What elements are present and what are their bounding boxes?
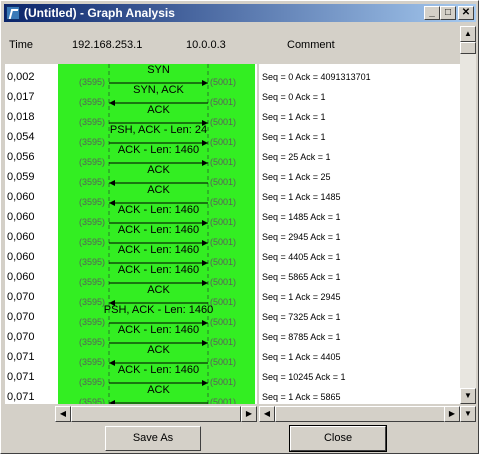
scroll-down-icon[interactable]: ▼ — [460, 406, 476, 422]
scroll-left-icon[interactable]: ◀ — [55, 406, 71, 422]
host-b-header: 10.0.0.3 — [186, 39, 226, 51]
time-cell: 0,059 — [7, 171, 35, 183]
packet-label: ACK - Len: 1460 — [117, 244, 200, 256]
packet-label: ACK — [147, 384, 170, 396]
comment-cell: Seq = 1 Ack = 2945 — [262, 292, 341, 302]
packet-label: SYN, ACK — [133, 84, 184, 96]
packet-label: PSH, ACK - Len: 24 — [109, 124, 208, 136]
comment-cell: Seq = 8785 Ack = 1 — [262, 332, 341, 342]
close-window-button[interactable]: ✕ — [458, 6, 474, 20]
time-cell: 0,054 — [7, 131, 35, 143]
comment-cell: Seq = 1 Ack = 1485 — [262, 192, 341, 202]
comment-cell: Seq = 4405 Ack = 1 — [262, 252, 341, 262]
packet-label: ACK - Len: 1460 — [117, 144, 200, 156]
time-cell: 0,071 — [7, 351, 35, 363]
comment-cell: Seq = 1 Ack = 1 — [262, 112, 326, 122]
packet-label: ACK — [147, 184, 170, 196]
close-button[interactable]: Close — [289, 425, 387, 452]
packet-label: ACK — [147, 164, 170, 176]
maximize-button[interactable]: □ — [440, 6, 456, 20]
comment-column: Seq = 0 Ack = 4091313701 Seq = 0 Ack = 1 S… — [259, 64, 460, 404]
comment-cell: Seq = 1 Ack = 1 — [262, 132, 326, 142]
time-cell: 0,017 — [7, 91, 35, 103]
time-cell: 0,071 — [7, 371, 35, 383]
comment-cell: Seq = 1 Ack = 25 — [262, 172, 331, 182]
time-cell: 0,070 — [7, 311, 35, 323]
comment-cell: Seq = 25 Ack = 1 — [262, 152, 331, 162]
scroll-right-icon[interactable]: ▶ — [444, 406, 460, 422]
comment-scroll-thumb[interactable] — [275, 406, 445, 422]
vertical-scrollbar[interactable]: ▲ ▼ — [460, 26, 476, 404]
scroll-up-icon[interactable]: ▲ — [460, 26, 476, 42]
time-cell: 0,056 — [7, 151, 35, 163]
packet-label: ACK — [147, 284, 170, 296]
time-cell: 0,060 — [7, 231, 35, 243]
graph-scroll-thumb[interactable] — [71, 406, 241, 422]
packet-label: ACK - Len: 1460 — [117, 324, 200, 336]
packet-label: ACK - Len: 1460 — [117, 364, 200, 376]
packet-label: ACK — [147, 104, 170, 116]
comment-cell: Seq = 0 Ack = 4091313701 — [262, 72, 371, 82]
title-bar[interactable]: (Untitled) - Graph Analysis _ □ ✕ — [4, 4, 476, 22]
time-column: 0,002 0,017 0,018 0,054 0,056 0,059 0,060 0,060… — [5, 64, 55, 404]
comment-header: Comment — [287, 39, 335, 51]
time-cell: 0,002 — [7, 71, 35, 83]
scroll-left-icon[interactable]: ◀ — [259, 406, 275, 422]
packet-label: ACK - Len: 1460 — [117, 264, 200, 276]
column-header: Time 192.168.253.1 10.0.0.3 Comment — [5, 34, 457, 58]
graph-analysis-window: (Untitled) - Graph Analysis _ □ ✕ Time 1… — [0, 0, 479, 454]
comment-horizontal-scrollbar[interactable]: ◀ ▶ ▼ — [259, 406, 476, 422]
comment-cell: Seq = 10245 Ack = 1 — [262, 372, 346, 382]
time-cell: 0,060 — [7, 211, 35, 223]
vertical-scroll-thumb[interactable] — [460, 42, 476, 54]
time-cell: 0,060 — [7, 251, 35, 263]
comment-cell: Seq = 1 Ack = 5865 — [262, 392, 341, 402]
save-as-button[interactable]: Save As — [105, 426, 201, 451]
comment-cell: Seq = 1 Ack = 4405 — [262, 352, 341, 362]
time-cell: 0,018 — [7, 111, 35, 123]
host-a-header: 192.168.253.1 — [72, 39, 143, 51]
flow-graph[interactable]: SYN (3595) (5001) SYN, ACK (3595) (5001) ACK (3… — [55, 64, 257, 404]
time-cell: 0,070 — [7, 331, 35, 343]
comment-cell: Seq = 2945 Ack = 1 — [262, 232, 341, 242]
src-port-label: (3595) — [79, 397, 106, 404]
comment-cell: Seq = 0 Ack = 1 — [262, 92, 326, 102]
comment-cell: Seq = 7325 Ack = 1 — [262, 312, 341, 322]
time-cell: 0,060 — [7, 191, 35, 203]
packet-label: ACK - Len: 1460 — [117, 224, 200, 236]
packet-label: ACK - Len: 1460 — [117, 204, 200, 216]
comment-cell: Seq = 5865 Ack = 1 — [262, 272, 341, 282]
arrowhead-icon — [109, 400, 115, 404]
time-cell: 0,060 — [7, 271, 35, 283]
window-title: (Untitled) - Graph Analysis — [24, 6, 175, 20]
packet-label: ACK — [147, 344, 170, 356]
packet-label: PSH, ACK - Len: 1460 — [103, 304, 214, 316]
time-cell: 0,070 — [7, 291, 35, 303]
minimize-button[interactable]: _ — [424, 6, 440, 20]
scroll-right-icon[interactable]: ▶ — [241, 406, 257, 422]
app-icon — [6, 6, 20, 20]
packet-label: SYN — [147, 64, 170, 76]
scroll-down-icon[interactable]: ▼ — [460, 388, 476, 404]
dst-port-label: (5001) — [210, 397, 237, 404]
time-cell: 0,071 — [7, 391, 35, 403]
graph-horizontal-scrollbar[interactable]: ◀ ▶ — [55, 406, 257, 422]
time-header: Time — [9, 39, 34, 51]
comment-cell: Seq = 1485 Ack = 1 — [262, 212, 341, 222]
